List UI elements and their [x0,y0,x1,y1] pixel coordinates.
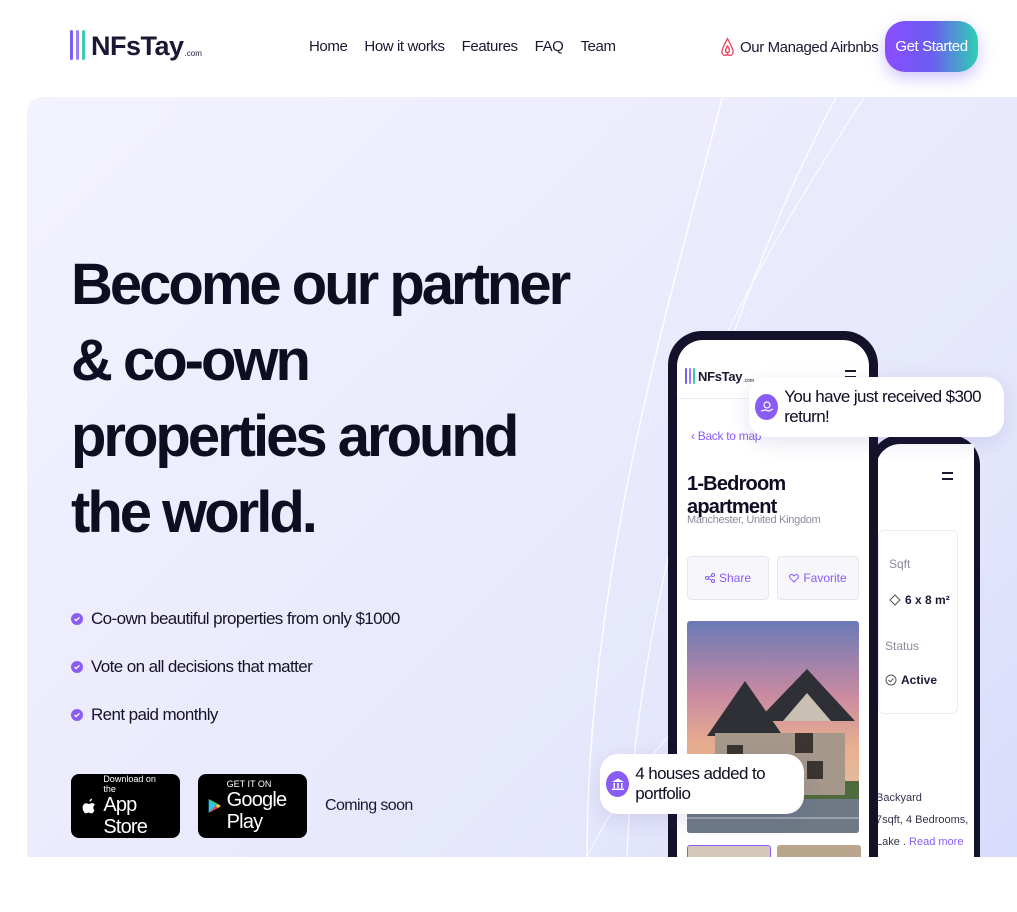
chevron-left-icon: ‹ [691,429,698,443]
menu-icon [942,472,953,480]
phone-screen-secondary: Sqft 6 x 8 m² Status Active Backyard 7sq… [876,444,974,857]
nav-link-faq[interactable]: FAQ [535,38,564,55]
hero-headline: Become our partner & co-own properties a… [71,247,571,551]
headline-line: properties around [71,404,519,469]
app-store-small-text: Download on the [103,774,156,794]
return-notification-text: You have just received $300 return! [784,387,982,426]
bank-icon [606,771,630,797]
description-line: 7sqft, 4 Bedrooms, [876,814,969,826]
headline-line: the world. [71,480,318,545]
check-icon [71,613,83,625]
app-store-big-text: App Store [103,794,148,838]
property-title: 1-Bedroom apartment [687,473,786,518]
phone-logo: NFsTay .com [685,368,754,384]
airbnb-icon [721,37,734,57]
coming-soon-label: Coming soon [325,797,413,814]
share-label: Share [718,571,752,585]
google-play-big-text: Google Play [226,789,288,833]
feature-text: Rent paid monthly [91,705,218,724]
apple-icon [82,798,95,814]
thumbnail[interactable] [777,845,861,857]
google-play-icon [208,798,221,814]
feature-item: Vote on all decisions that matter [71,643,400,691]
app-store-badges: Download on the App Store GET IT ON Goog… [71,774,413,838]
nav-link-team[interactable]: Team [580,38,615,55]
logo-mark-icon [70,30,85,60]
get-started-button[interactable]: Get Started [885,21,978,72]
heart-icon [789,573,800,583]
description-line: Backyard [876,792,922,804]
sqft-label: Sqft [889,557,911,571]
money-hand-icon [755,394,779,420]
hero-section: Become our partner & co-own properties a… [27,97,1017,857]
logo-suffix: .com [184,49,202,58]
description-line-last: Lake . Read more [876,831,968,853]
property-specs-card: Sqft 6 x 8 m² Status Active [878,530,958,714]
managed-airbnbs-label: Our Managed Airbnbs [740,38,879,56]
google-play-small-text: GET IT ON [226,779,272,789]
property-description: Backyard 7sqft, 4 Bedrooms, Lake . Read … [876,787,968,853]
feature-text: Vote on all decisions that matter [91,657,313,676]
read-more-link[interactable]: Read more [909,836,963,848]
portfolio-notification: 4 houses added to portfolio [600,754,804,814]
google-play-button[interactable]: GET IT ON Google Play [198,774,307,838]
nav-link-home[interactable]: Home [309,38,348,55]
nav-link-how-it-works[interactable]: How it works [364,38,445,55]
nav-link-features[interactable]: Features [462,38,518,55]
phone-mockup-secondary: Sqft 6 x 8 m² Status Active Backyard 7sq… [870,435,980,857]
property-location: Manchester, United Kingdom [687,514,821,526]
photo-thumbnails [687,845,861,857]
logo-mark-icon [685,368,695,384]
phone-logo-text: NFsTay [698,369,743,384]
sqft-value: 6 x 8 m² [889,593,950,607]
headline-line: Become our partner [71,252,571,317]
feature-item: Rent paid monthly [71,691,400,739]
portfolio-notification-text: 4 houses added to portfolio [635,764,765,803]
sqft-value-text: 6 x 8 m² [905,593,950,607]
share-button[interactable]: Share [687,556,769,600]
main-menu: Home How it works Features FAQ Team [309,38,616,55]
site-logo[interactable]: NFsTay .com [70,30,202,60]
thumbnail[interactable] [687,845,771,857]
description-line-text: Lake . [876,836,906,848]
favorite-label: Favorite [803,571,847,585]
share-icon [704,573,715,583]
back-to-map-label: Back to map [697,429,762,443]
check-icon [71,661,83,673]
status-value-text: Active [901,673,938,687]
return-notification: You have just received $300 return! [749,377,1004,437]
status-label: Status [885,639,920,653]
check-icon [71,709,83,721]
top-navigation: NFsTay .com Home How it works Features F… [0,0,1017,96]
feature-item: Co-own beautiful properties from only $1… [71,595,400,643]
managed-airbnbs-link[interactable]: Our Managed Airbnbs [720,36,879,58]
logo-text: NFsTay [91,31,184,61]
area-icon [889,594,901,606]
back-to-map-link[interactable]: ‹ Back to map [691,429,761,443]
status-value: Active [885,673,937,687]
feature-list: Co-own beautiful properties from only $1… [71,595,400,739]
headline-line: & co-own [71,328,311,393]
favorite-button[interactable]: Favorite [777,556,859,600]
app-store-button[interactable]: Download on the App Store [71,774,180,838]
check-circle-icon [885,674,897,686]
feature-text: Co-own beautiful properties from only $1… [91,609,400,628]
